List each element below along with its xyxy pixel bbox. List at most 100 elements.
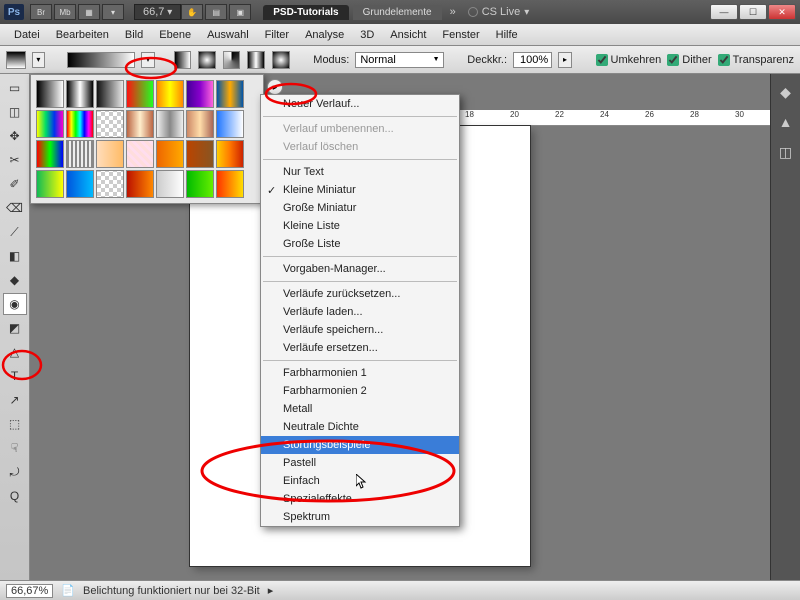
gradient-radial[interactable]: [198, 51, 216, 69]
tool-preset-dd[interactable]: ▾: [32, 52, 46, 68]
menu-analyse[interactable]: Analyse: [297, 29, 352, 41]
gradient-swatch[interactable]: [96, 140, 124, 168]
menu-item[interactable]: Störungsbeispiele: [261, 436, 459, 454]
gradient-swatch[interactable]: [126, 80, 154, 108]
gradient-swatch[interactable]: [186, 170, 214, 198]
menu-item[interactable]: Kleine Liste: [261, 217, 459, 235]
menu-item[interactable]: Große Liste: [261, 235, 459, 253]
close-button[interactable]: ✕: [768, 4, 796, 20]
transparency-checkbox[interactable]: Transparenz: [718, 54, 794, 66]
cs-live[interactable]: CS Live ▾: [468, 6, 530, 18]
menu-bild[interactable]: Bild: [117, 29, 151, 41]
gradient-swatch[interactable]: [96, 110, 124, 138]
tool-6[interactable]: ⟋: [3, 221, 27, 243]
menu-item[interactable]: Verläufe speichern...: [261, 321, 459, 339]
gradient-swatch[interactable]: [66, 80, 94, 108]
flyout-icon[interactable]: ▸: [267, 79, 283, 95]
layout-button[interactable]: ▦: [78, 4, 100, 20]
menu-item[interactable]: Farbharmonien 2: [261, 382, 459, 400]
opacity-dd[interactable]: ▸: [558, 52, 572, 68]
tool-3[interactable]: ✂: [3, 149, 27, 171]
gradient-reflected[interactable]: [247, 51, 265, 69]
tool-0[interactable]: ▭: [3, 77, 27, 99]
gradient-dd[interactable]: ▾: [141, 52, 155, 68]
expand-icon[interactable]: »: [444, 6, 462, 18]
menu-datei[interactable]: Datei: [6, 29, 48, 41]
tool-13[interactable]: ↗: [3, 389, 27, 411]
gradient-swatch[interactable]: [156, 80, 184, 108]
menu-item[interactable]: Neutrale Dichte: [261, 418, 459, 436]
reverse-checkbox[interactable]: Umkehren: [596, 54, 662, 66]
status-arrow-icon[interactable]: ▸: [268, 584, 274, 597]
tool-7[interactable]: ◧: [3, 245, 27, 267]
screen-mode-button[interactable]: ▣: [229, 4, 251, 20]
gradient-angle[interactable]: [223, 51, 241, 69]
menu-item[interactable]: Neuer Verlauf...: [261, 95, 459, 113]
gradient-swatch[interactable]: [126, 170, 154, 198]
gradient-swatch[interactable]: [66, 110, 94, 138]
gradient-diamond[interactable]: [272, 51, 290, 69]
gradient-swatch[interactable]: [186, 140, 214, 168]
gradient-swatch[interactable]: [36, 80, 64, 108]
menu-3d[interactable]: 3D: [352, 29, 382, 41]
doc-tab-2[interactable]: Grundelemente: [353, 5, 442, 20]
gradient-swatch[interactable]: [126, 140, 154, 168]
gradient-swatch[interactable]: [126, 110, 154, 138]
gradient-swatch[interactable]: [186, 110, 214, 138]
extras-button[interactable]: ▾: [102, 4, 124, 20]
tool-8[interactable]: ◆: [3, 269, 27, 291]
menu-item[interactable]: Kleine Miniatur: [261, 181, 459, 199]
gradient-swatch[interactable]: [36, 110, 64, 138]
menu-ebene[interactable]: Ebene: [151, 29, 199, 41]
swatches-panel-icon[interactable]: ▲: [776, 112, 796, 132]
tool-preset[interactable]: [6, 51, 26, 69]
menu-item[interactable]: Verläufe ersetzen...: [261, 339, 459, 357]
tool-1[interactable]: ◫: [3, 101, 27, 123]
tool-2[interactable]: ✥: [3, 125, 27, 147]
menu-item[interactable]: Verläufe laden...: [261, 303, 459, 321]
opacity-input[interactable]: 100%: [513, 52, 552, 68]
gradient-swatch[interactable]: [66, 170, 94, 198]
tool-15[interactable]: ☟: [3, 437, 27, 459]
tool-10[interactable]: ◩: [3, 317, 27, 339]
minimize-button[interactable]: —: [710, 4, 738, 20]
maximize-button[interactable]: ☐: [739, 4, 767, 20]
bridge-button[interactable]: Br: [30, 4, 52, 20]
tool-14[interactable]: ⬚: [3, 413, 27, 435]
menu-hilfe[interactable]: Hilfe: [488, 29, 526, 41]
gradient-preview[interactable]: [67, 52, 135, 68]
doc-tab-1[interactable]: PSD-Tutorials: [263, 5, 348, 20]
tool-5[interactable]: ⌫: [3, 197, 27, 219]
menu-item[interactable]: Vorgaben-Manager...: [261, 260, 459, 278]
menu-bearbeiten[interactable]: Bearbeiten: [48, 29, 117, 41]
menu-filter[interactable]: Filter: [257, 29, 297, 41]
tool-4[interactable]: ✐: [3, 173, 27, 195]
gradient-swatch[interactable]: [36, 170, 64, 198]
adjustments-panel-icon[interactable]: ◫: [776, 142, 796, 162]
gradient-linear[interactable]: [174, 51, 192, 69]
gradient-swatch[interactable]: [96, 170, 124, 198]
tool-9[interactable]: ◉: [3, 293, 27, 315]
dither-checkbox[interactable]: Dither: [667, 54, 711, 66]
gradient-swatch[interactable]: [156, 140, 184, 168]
status-zoom[interactable]: 66,67%: [6, 584, 53, 598]
menu-item[interactable]: Verläufe zurücksetzen...: [261, 285, 459, 303]
menu-item[interactable]: Spezialeffekte: [261, 490, 459, 508]
gradient-swatch[interactable]: [216, 170, 244, 198]
hand-button[interactable]: ✋: [181, 4, 203, 20]
menu-auswahl[interactable]: Auswahl: [199, 29, 257, 41]
gradient-swatch[interactable]: [66, 140, 94, 168]
menu-item[interactable]: Große Miniatur: [261, 199, 459, 217]
gradient-swatch[interactable]: [96, 80, 124, 108]
mode-select[interactable]: Normal: [355, 52, 443, 68]
menu-item[interactable]: Farbharmonien 1: [261, 364, 459, 382]
gradient-swatch[interactable]: [156, 110, 184, 138]
gradient-swatch[interactable]: [156, 170, 184, 198]
gradient-swatch[interactable]: [36, 140, 64, 168]
arrange-button[interactable]: ▤: [205, 4, 227, 20]
zoom-level[interactable]: 66,7 ▾: [134, 4, 181, 20]
menu-item[interactable]: Nur Text: [261, 163, 459, 181]
menu-fenster[interactable]: Fenster: [434, 29, 487, 41]
menu-item[interactable]: Pastell: [261, 454, 459, 472]
tool-11[interactable]: △: [3, 341, 27, 363]
